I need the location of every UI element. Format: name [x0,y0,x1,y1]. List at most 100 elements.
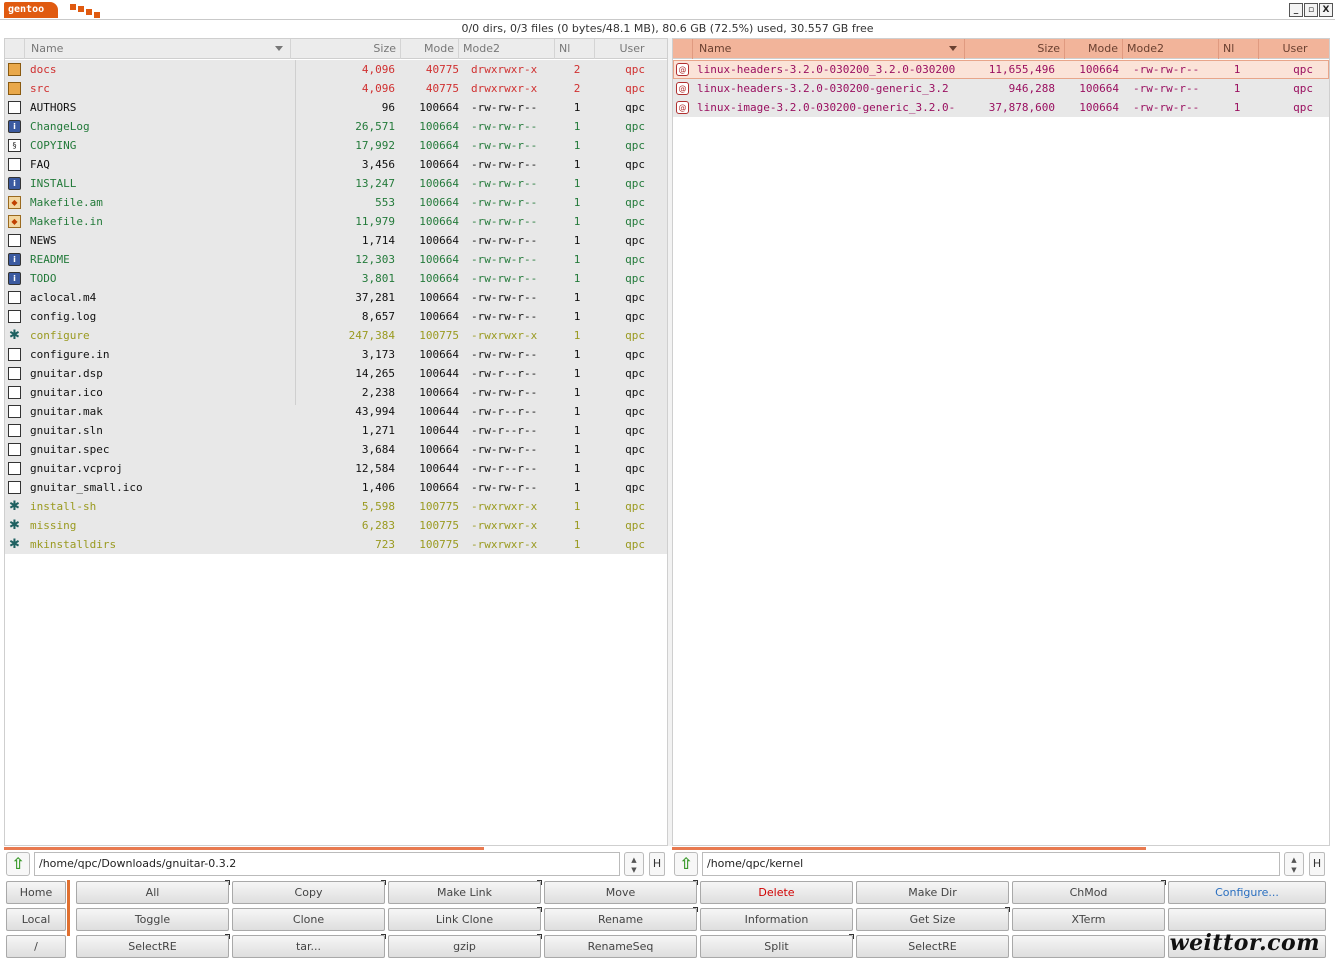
title-bar: gentoo _ ▫ X [0,0,1335,20]
file-row[interactable]: i TODO 3,801 100664 -rw-rw-r-- 1 qpc [5,269,667,288]
clone-button[interactable]: Clone [232,908,385,931]
file-row[interactable]: @ linux-image-3.2.0-030200-generic_3.2.0-… [673,98,1329,117]
configure-button[interactable]: Configure... [1168,881,1326,904]
file-row[interactable]: ◆ Makefile.am 553 100664 -rw-rw-r-- 1 qpc [5,193,667,212]
column-nl[interactable]: Nl [1219,39,1259,59]
file-row[interactable]: ✱ install-sh 5,598 100775 -rwxrwxr-x 1 qpc [5,497,667,516]
file-row[interactable]: i ChangeLog 26,571 100664 -rw-rw-r-- 1 qpc [5,117,667,136]
file-row[interactable]: ◆ Makefile.in 11,979 100664 -rw-rw-r-- 1 qpc [5,212,667,231]
file-row[interactable]: i README 12,303 100664 -rw-rw-r-- 1 qpc [5,250,667,269]
selectre-button[interactable]: SelectRE [856,935,1009,958]
empty-button[interactable] [1012,935,1165,958]
rename-button[interactable]: Rename [544,907,698,931]
column-user[interactable]: User [1259,39,1329,59]
right-scroll-indicator[interactable] [672,847,1146,850]
file-row[interactable]: configure.in 3,173 100664 -rw-rw-r-- 1 qpc [5,345,667,364]
file-row[interactable]: ✱ mkinstalldirs 723 100775 -rwxrwxr-x 1 qpc [5,535,667,554]
file-row[interactable]: src 4,096 40775 drwxrwxr-x 2 qpc [5,79,667,98]
file-nl: 1 [573,519,581,532]
file-mode2: -rw-rw-r-- [471,177,538,190]
split-button[interactable]: Split [700,934,854,958]
path-spinner[interactable]: ▲ ▼ [624,852,644,876]
tar-button[interactable]: tar... [232,934,386,958]
chmod-button[interactable]: ChMod [1012,880,1166,904]
gzip-button[interactable]: gzip [388,934,542,958]
file-user: qpc [625,253,645,266]
file-user: qpc [625,158,645,171]
file-user: qpc [1293,63,1313,76]
home-button[interactable]: Home [6,881,66,904]
file-user: qpc [625,177,645,190]
renameseq-button[interactable]: RenameSeq [544,935,697,958]
selectre-button[interactable]: SelectRE [76,934,230,958]
file-row[interactable]: § COPYING 17,992 100664 -rw-rw-r-- 1 qpc [5,136,667,155]
status-line: 0/0 dirs, 0/3 files (0 bytes/48.1 MB), 8… [461,22,874,35]
minimize-button[interactable]: _ [1289,3,1303,17]
file-mode2: -rw-rw-r-- [471,443,538,456]
column-size[interactable]: Size [291,39,401,59]
file-row[interactable]: ✱ configure 247,384 100775 -rwxrwxr-x 1 qpc [5,326,667,345]
column-mode2[interactable]: Mode2 [1123,39,1219,59]
column-nl[interactable]: Nl [555,39,595,59]
right-file-panel[interactable]: Name Size Mode Mode2 Nl User @ linux-head… [672,38,1330,846]
make-link-button[interactable]: Make Link [388,880,542,904]
file-row[interactable]: aclocal.m4 37,281 100664 -rw-rw-r-- 1 qpc [5,288,667,307]
file-user: qpc [625,120,645,133]
file-row[interactable]: NEWS 1,714 100664 -rw-rw-r-- 1 qpc [5,231,667,250]
left-file-panel[interactable]: Name Size Mode Mode2 Nl User docs 4,096 40… [4,38,668,846]
history-button[interactable]: H [1309,852,1325,876]
history-button[interactable]: H [649,852,665,876]
make-dir-button[interactable]: Make Dir [856,881,1009,904]
file-row[interactable]: gnuitar.spec 3,684 100664 -rw-rw-r-- 1 qpc [5,440,667,459]
column-mode2[interactable]: Mode2 [459,39,555,59]
column-mode[interactable]: Mode [401,39,459,59]
all-button[interactable]: All [76,880,230,904]
file-row[interactable]: i INSTALL 13,247 100664 -rw-rw-r-- 1 qpc [5,174,667,193]
parent-dir-button[interactable]: ⇧ [674,852,698,876]
file-row[interactable]: gnuitar.sln 1,271 100644 -rw-r--r-- 1 qpc [5,421,667,440]
toggle-button[interactable]: Toggle [76,908,229,931]
information-button[interactable]: Information [700,908,853,931]
xterm-button[interactable]: XTerm [1012,908,1165,931]
file-row[interactable]: config.log 8,657 100664 -rw-rw-r-- 1 qpc [5,307,667,326]
empty-button[interactable] [1168,908,1326,931]
column-user[interactable]: User [595,39,667,59]
local-button[interactable]: Local [6,908,66,931]
file-row[interactable]: gnuitar.mak 43,994 100644 -rw-r--r-- 1 qpc [5,402,667,421]
file-row[interactable]: gnuitar_small.ico 1,406 100664 -rw-rw-r-- 1 q… [5,478,667,497]
file-row[interactable]: @ linux-headers-3.2.0-030200_3.2.0-030200… [673,60,1329,79]
file-row[interactable]: gnuitar.ico 2,238 100664 -rw-rw-r-- 1 qpc [5,383,667,402]
left-path-input[interactable]: /home/qpc/Downloads/gnuitar-0.3.2 [34,852,620,876]
maximize-button[interactable]: ▫ [1304,3,1318,17]
file-row[interactable]: FAQ 3,456 100664 -rw-rw-r-- 1 qpc [5,155,667,174]
left-scroll-indicator[interactable] [4,847,484,850]
column-name[interactable]: Name [25,39,291,59]
column-size[interactable]: Size [965,39,1065,59]
file-size: 13,247 [355,177,395,190]
file-size: 1,271 [361,424,395,437]
copy-button[interactable]: Copy [232,880,386,904]
right-path-input[interactable]: /home/qpc/kernel [702,852,1280,876]
file-row[interactable]: gnuitar.dsp 14,265 100644 -rw-r--r-- 1 qpc [5,364,667,383]
file-row[interactable]: @ linux-headers-3.2.0-030200-generic_3.2 9… [673,79,1329,98]
file-row[interactable]: docs 4,096 40775 drwxrwxr-x 2 qpc [5,60,667,79]
column-mode[interactable]: Mode [1065,39,1123,59]
get-size-button[interactable]: Get Size [856,907,1010,931]
file-name: Makefile.am [30,196,103,209]
sort-desc-icon[interactable] [949,46,957,51]
column-name[interactable]: Name [693,39,965,59]
file-row[interactable]: AUTHORS 96 100664 -rw-rw-r-- 1 qpc [5,98,667,117]
path-spinner[interactable]: ▲ ▼ [1284,852,1304,876]
link-clone-button[interactable]: Link Clone [388,907,542,931]
file-size: 11,655,496 [988,63,1055,76]
parent-dir-button[interactable]: ⇧ [6,852,30,876]
file-row[interactable]: ✱ missing 6,283 100775 -rwxrwxr-x 1 qpc [5,516,667,535]
move-button[interactable]: Move [544,880,698,904]
file-row[interactable]: gnuitar.vcproj 12,584 100644 -rw-r--r-- 1 qpc [5,459,667,478]
close-button[interactable]: X [1319,3,1333,17]
debian-package-icon: @ [676,63,689,76]
submenu-indicator-icon [537,880,542,885]
sort-desc-icon[interactable] [275,46,283,51]
root-button[interactable]: / [6,935,66,958]
delete-button[interactable]: Delete [700,881,853,904]
